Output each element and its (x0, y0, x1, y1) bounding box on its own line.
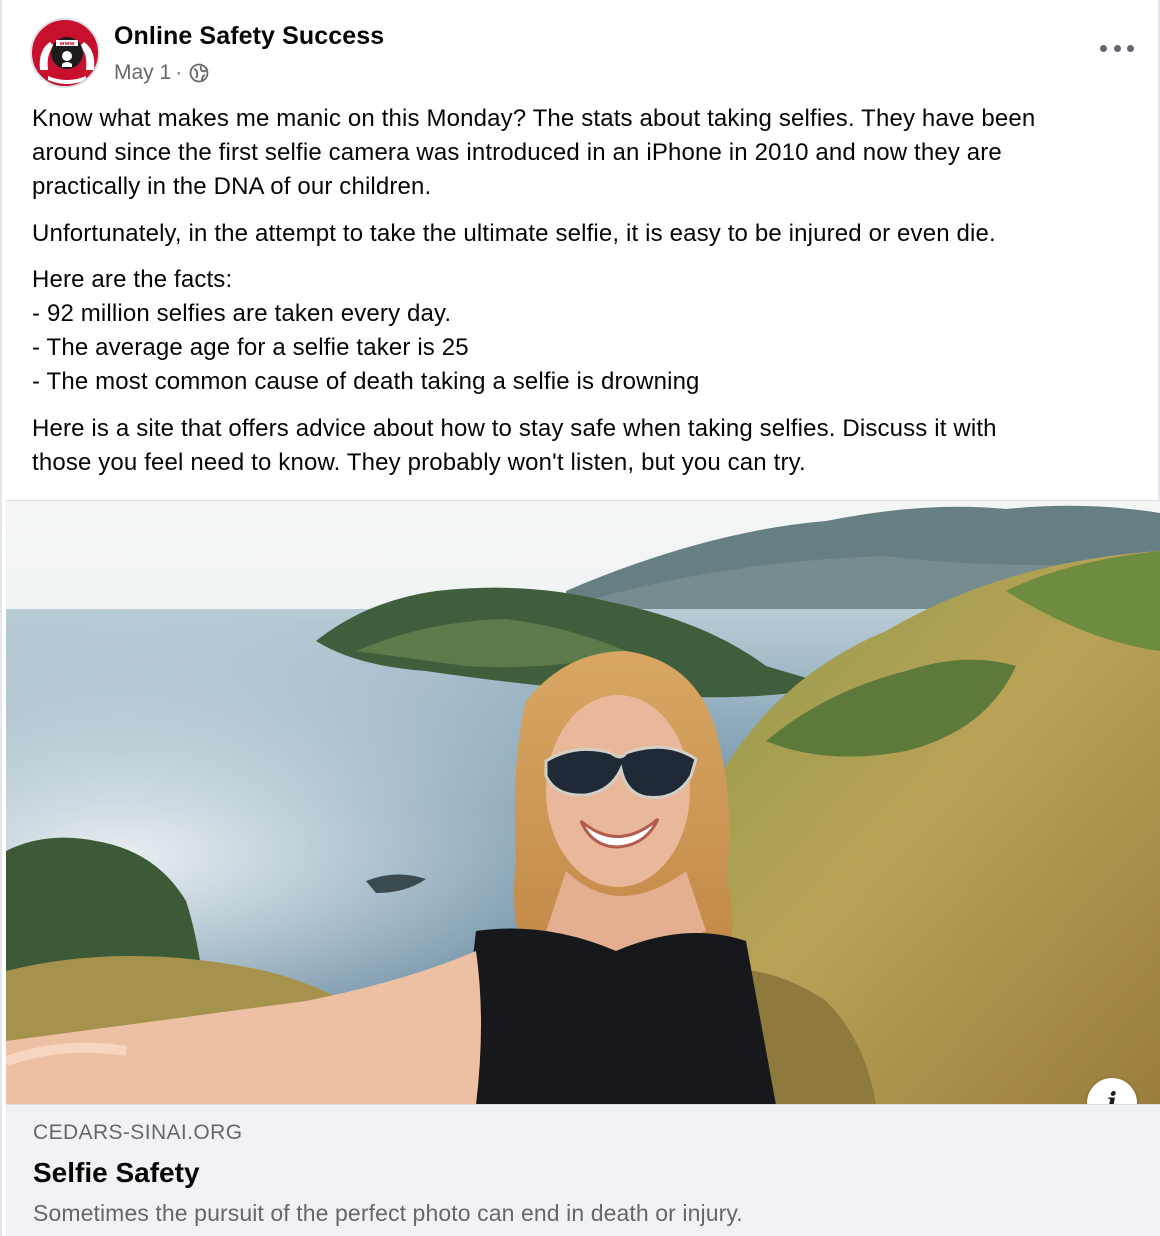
text-line: Know what makes me manic on this Monday?… (32, 105, 1036, 132)
facebook-post: www Online Safety Success May 1 · Know w… (0, 0, 1160, 1236)
text-line: Here are the facts: (32, 265, 233, 293)
selfie-photo (6, 501, 1160, 1104)
post-paragraph: Know what makes me manic on this Monday?… (32, 102, 1142, 205)
online-safety-logo-icon: www (33, 21, 98, 86)
text-line: practically in the DNA of our children. (32, 173, 432, 201)
post-meta: May 1 · (114, 61, 384, 85)
more-options-button[interactable] (1100, 36, 1134, 60)
link-title[interactable]: Selfie Safety (33, 1157, 1160, 1189)
globe-icon[interactable] (189, 63, 209, 83)
link-preview-card[interactable]: CEDARS-SINAI.ORG Selfie Safety Sometimes… (6, 1104, 1160, 1236)
text-line: - The most common cause of death taking … (32, 368, 700, 396)
page-avatar[interactable]: www (30, 18, 100, 88)
post-paragraph: Here are the facts: - 92 million selfies… (32, 263, 1142, 400)
more-dot (1127, 44, 1134, 52)
post-paragraph: Unfortunately, in the attempt to take th… (32, 217, 1142, 251)
link-description: Sometimes the pursuit of the perfect pho… (33, 1200, 743, 1226)
svg-text:www: www (59, 41, 74, 47)
page-name-link[interactable]: Online Safety Success (114, 22, 384, 51)
text-line: those you feel need to know. They probab… (32, 448, 806, 476)
text-line: Here is a site that offers advice about … (32, 414, 997, 442)
header-text: Online Safety Success May 1 · (114, 22, 384, 85)
more-dot (1100, 44, 1107, 52)
more-dot (1113, 44, 1121, 52)
post-paragraph: Here is a site that offers advice about … (32, 412, 1142, 480)
text-line: Unfortunately, in the attempt to take th… (32, 219, 996, 247)
text-line: - The average age for a selfie taker is … (32, 334, 469, 362)
post-body: Know what makes me manic on this Monday?… (32, 102, 1142, 492)
post-header: www Online Safety Success May 1 · (30, 18, 384, 88)
meta-separator: · (175, 61, 183, 84)
link-preview-image[interactable] (6, 500, 1160, 1104)
text-line: - 92 million selfies are taken every day… (32, 300, 452, 328)
text-line: around since the first selfie camera was… (32, 139, 1002, 167)
post-date[interactable]: May 1 (114, 61, 171, 85)
link-domain: CEDARS-SINAI.ORG (33, 1121, 243, 1144)
